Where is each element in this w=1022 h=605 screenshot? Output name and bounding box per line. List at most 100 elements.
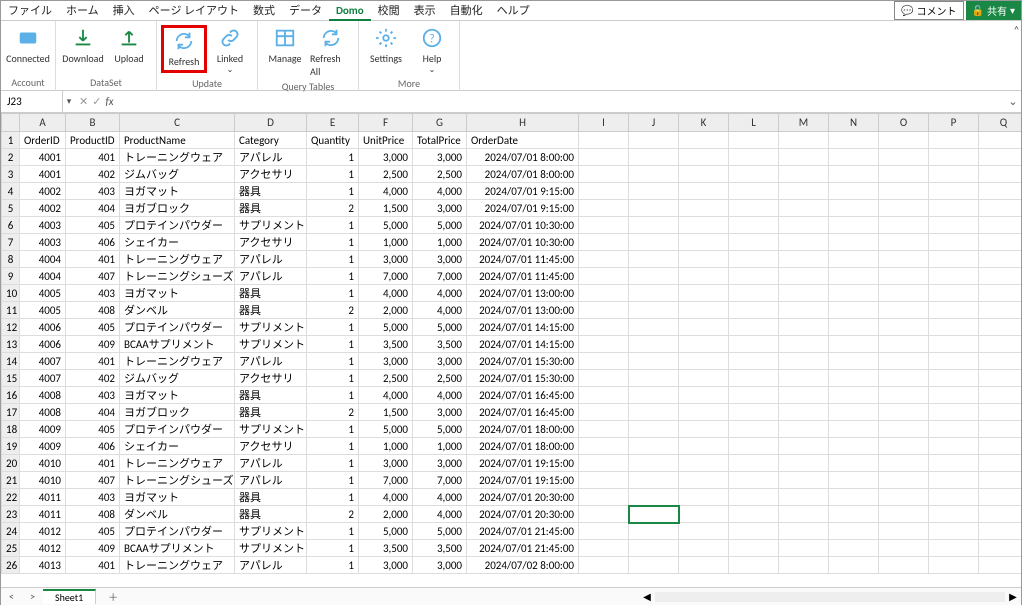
cell[interactable] (929, 523, 979, 540)
cell[interactable]: 2024/07/01 11:45:00 (467, 268, 579, 285)
cell[interactable] (929, 336, 979, 353)
cell[interactable]: 4009 (20, 421, 66, 438)
cell[interactable] (679, 455, 729, 472)
cell[interactable] (979, 438, 1022, 455)
cell[interactable]: 器具 (235, 489, 307, 506)
cell[interactable]: 5,000 (413, 421, 467, 438)
menu-item-ホーム[interactable]: ホーム (59, 1, 106, 21)
row-header[interactable]: 3 (2, 166, 20, 183)
cell[interactable] (679, 523, 729, 540)
cell[interactable] (979, 455, 1022, 472)
cell[interactable]: 3,000 (359, 557, 413, 574)
cell[interactable] (629, 166, 679, 183)
cell[interactable]: 401 (66, 353, 120, 370)
cell[interactable]: 3,000 (413, 251, 467, 268)
cell[interactable] (729, 472, 779, 489)
cell[interactable] (879, 472, 929, 489)
cell[interactable] (579, 132, 629, 149)
cell[interactable] (829, 540, 879, 557)
cell[interactable] (729, 523, 779, 540)
cell[interactable] (679, 557, 729, 574)
menu-item-数式[interactable]: 数式 (246, 1, 282, 21)
cell[interactable] (729, 404, 779, 421)
cell[interactable] (729, 455, 779, 472)
cell[interactable]: 4,000 (359, 285, 413, 302)
cell[interactable]: ジムバッグ (120, 370, 235, 387)
row-header[interactable]: 11 (2, 302, 20, 319)
cell[interactable] (879, 149, 929, 166)
cell[interactable]: 1,000 (359, 234, 413, 251)
cell[interactable]: トレーニングウェア (120, 149, 235, 166)
cell[interactable] (979, 132, 1022, 149)
cell[interactable] (879, 540, 929, 557)
cell[interactable] (579, 149, 629, 166)
cell[interactable] (829, 217, 879, 234)
cell[interactable] (779, 268, 829, 285)
cell[interactable] (829, 132, 879, 149)
row-header[interactable]: 20 (2, 455, 20, 472)
cell[interactable]: 1 (307, 336, 359, 353)
next-sheet-button[interactable]: > (22, 590, 43, 603)
cell[interactable]: 402 (66, 370, 120, 387)
cell[interactable] (779, 421, 829, 438)
cell[interactable]: 2 (307, 302, 359, 319)
cell[interactable] (979, 217, 1022, 234)
cell[interactable] (579, 489, 629, 506)
cell[interactable] (979, 234, 1022, 251)
cell[interactable] (829, 149, 879, 166)
cell[interactable]: 405 (66, 217, 120, 234)
cell[interactable]: トレーニングウェア (120, 455, 235, 472)
col-header-Q[interactable]: Q (979, 114, 1022, 132)
cell[interactable]: 3,000 (413, 200, 467, 217)
cell[interactable] (979, 166, 1022, 183)
cell[interactable] (629, 387, 679, 404)
cell[interactable]: 4007 (20, 370, 66, 387)
cell[interactable]: 1,000 (359, 438, 413, 455)
row-header[interactable]: 13 (2, 336, 20, 353)
cell[interactable] (979, 183, 1022, 200)
cell[interactable] (779, 200, 829, 217)
row-header[interactable]: 18 (2, 421, 20, 438)
cell[interactable] (729, 183, 779, 200)
cell[interactable] (929, 438, 979, 455)
cell[interactable] (929, 200, 979, 217)
col-header-G[interactable]: G (413, 114, 467, 132)
cell[interactable] (679, 183, 729, 200)
cell[interactable]: 5,000 (359, 523, 413, 540)
cell[interactable]: 器具 (235, 302, 307, 319)
sheet-area[interactable]: ABCDEFGHIJKLMNOPQ 1OrderIDProductIDProdu… (1, 113, 1021, 587)
name-box-dropdown[interactable]: ▾ (63, 96, 75, 107)
cell[interactable] (579, 353, 629, 370)
cell[interactable] (779, 489, 829, 506)
cell[interactable] (929, 489, 979, 506)
scroll-right-button[interactable]: ▶ (1005, 590, 1021, 603)
cell[interactable]: Category (235, 132, 307, 149)
cell[interactable] (679, 302, 729, 319)
cell[interactable]: 1,000 (413, 438, 467, 455)
cell[interactable] (829, 438, 879, 455)
share-button[interactable]: 🔓 共有 ▾ (966, 1, 1021, 20)
cell[interactable] (579, 319, 629, 336)
col-header-D[interactable]: D (235, 114, 307, 132)
cell[interactable]: 2024/07/01 9:15:00 (467, 200, 579, 217)
cell[interactable]: 2024/07/01 8:00:00 (467, 166, 579, 183)
cell[interactable] (629, 336, 679, 353)
cell[interactable] (979, 506, 1022, 523)
cell[interactable]: BCAAサプリメント (120, 336, 235, 353)
cell[interactable]: 4001 (20, 166, 66, 183)
horizontal-scrollbar[interactable] (655, 592, 1005, 602)
cell[interactable] (729, 319, 779, 336)
cell[interactable] (779, 285, 829, 302)
cell[interactable] (679, 268, 729, 285)
cell[interactable] (829, 353, 879, 370)
cell[interactable]: 2024/07/01 11:45:00 (467, 251, 579, 268)
cell[interactable] (579, 302, 629, 319)
cell[interactable]: アクセサリ (235, 370, 307, 387)
menu-item-ページ レイアウト[interactable]: ページ レイアウト (142, 1, 246, 21)
cell[interactable] (879, 387, 929, 404)
cell[interactable]: 4002 (20, 200, 66, 217)
cell[interactable]: 2024/07/01 9:15:00 (467, 183, 579, 200)
cell[interactable]: 1,500 (359, 404, 413, 421)
cell[interactable] (729, 302, 779, 319)
cell[interactable] (779, 319, 829, 336)
